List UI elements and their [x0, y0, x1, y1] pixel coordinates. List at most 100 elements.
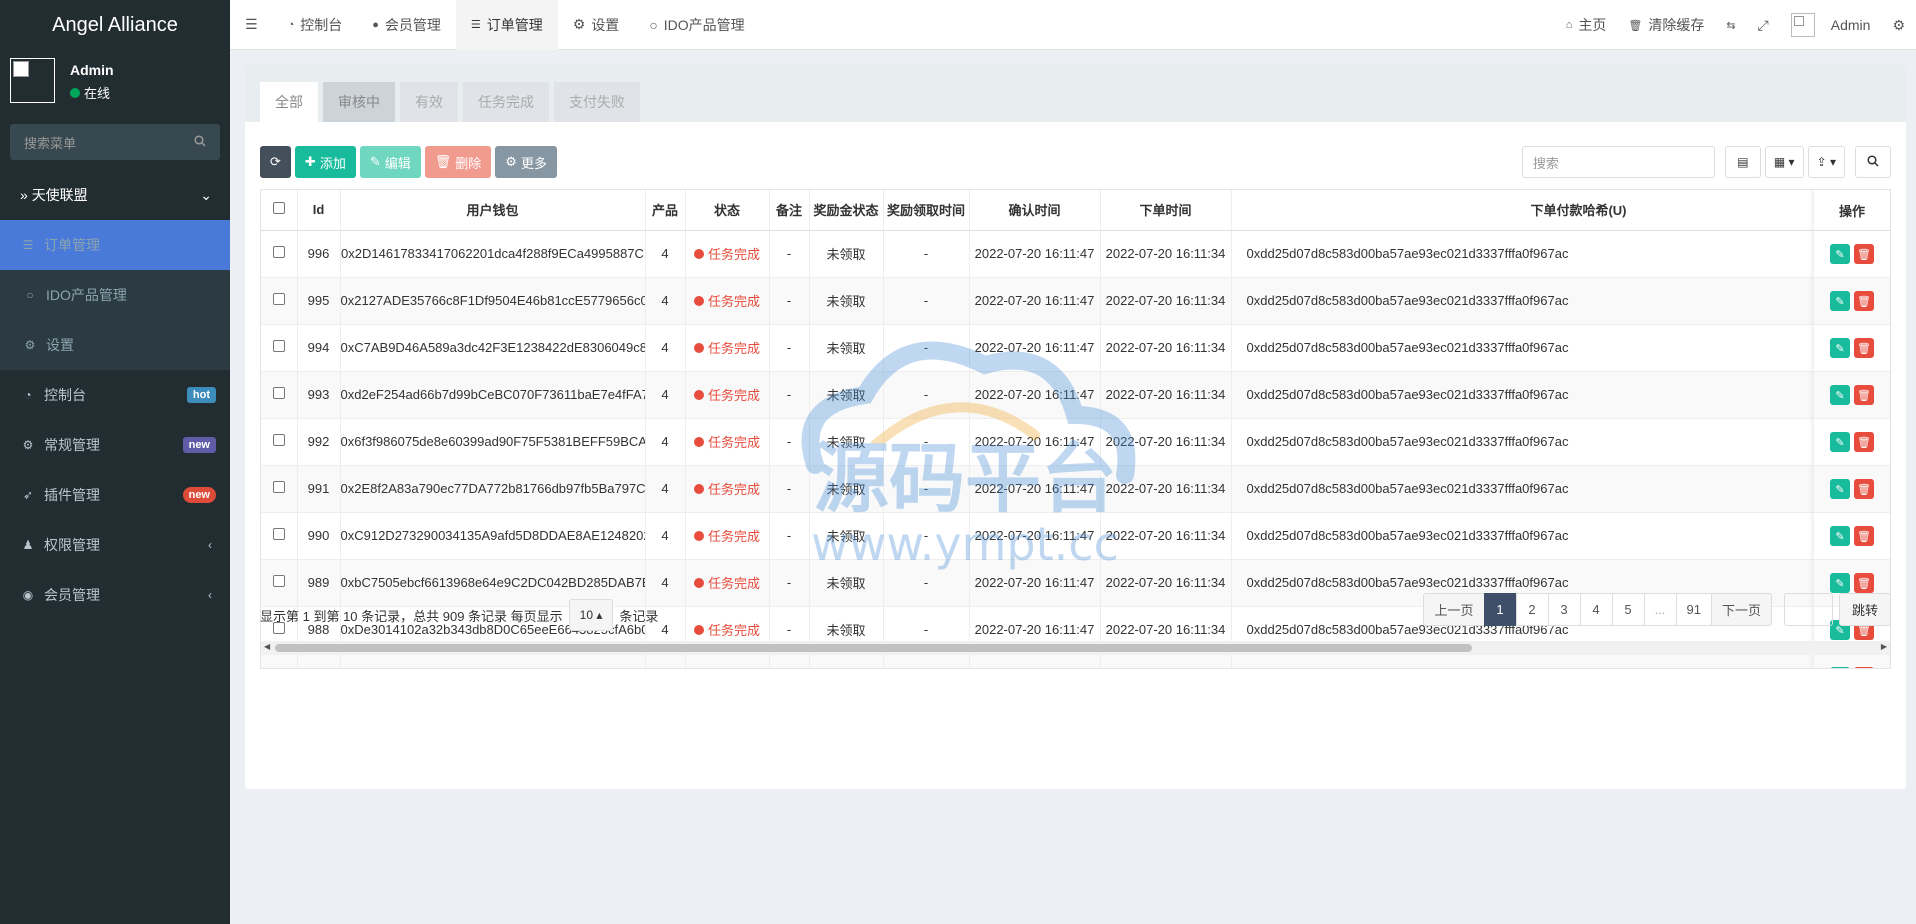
delete-row-button[interactable]: 🗑: [1854, 479, 1874, 499]
advanced-search-button[interactable]: [1855, 146, 1891, 178]
sidebar-item-dashboard[interactable]: ◔ 控制台 hot: [0, 370, 230, 420]
filter-tab-all[interactable]: 全部: [260, 82, 318, 122]
page-button[interactable]: 4: [1579, 593, 1613, 626]
cell-checkbox[interactable]: [261, 324, 298, 372]
delete-row-button[interactable]: 🗑: [1854, 385, 1874, 405]
checkbox[interactable]: [272, 246, 285, 258]
page-button[interactable]: 91: [1675, 593, 1712, 626]
sidebar-item-orders[interactable]: ☰ 订单管理: [0, 220, 230, 270]
sidebar-item-ido-products[interactable]: ○ IDO产品管理: [0, 270, 230, 320]
tab-dashboard[interactable]: ◔ 控制台: [273, 0, 358, 50]
toggle-view-button[interactable]: ▤: [1724, 146, 1761, 178]
table-row[interactable]: 9870x7f2F3ce2fd4A02f1c1fCEdF32a1aCf7d7c4…: [261, 653, 1890, 668]
refresh-button[interactable]: ⟳: [260, 146, 291, 178]
delete-row-button[interactable]: 🗑: [1854, 432, 1874, 452]
cell-checkbox[interactable]: [261, 230, 298, 278]
cell-hash: 0xdd25d07d8c583d00ba57ae93ec021d3337fffa…: [1231, 277, 1890, 325]
sidebar-item-members[interactable]: ◉ 会员管理 ‹: [0, 570, 230, 620]
sidebar-item-general[interactable]: ⚙ 常规管理 new: [0, 420, 230, 470]
admin-menu[interactable]: Admin: [1780, 0, 1882, 50]
settings-toggle-button[interactable]: ⚙: [1881, 0, 1916, 50]
table-row[interactable]: 994 0xC7AB9D46A589a3dc42F3E1238422dE83060…: [261, 324, 1890, 372]
checkbox[interactable]: [272, 481, 285, 493]
sidebar-item-plugins[interactable]: ➶ 插件管理 new: [0, 470, 230, 520]
table-row[interactable]: 996 0x2D14617833417062201dca4f288f9ECa499…: [261, 230, 1890, 278]
tab-settings[interactable]: ⚙ 设置: [558, 0, 635, 50]
edit-row-button[interactable]: ✎: [1830, 291, 1850, 311]
sidebar-search-input[interactable]: 搜索菜单: [10, 124, 220, 160]
filter-tab-valid[interactable]: 有效: [400, 82, 458, 122]
jump-button[interactable]: 跳转: [1838, 593, 1891, 626]
delete-row-button[interactable]: 🗑: [1854, 338, 1874, 358]
columns-button[interactable]: ▦ ▾: [1764, 146, 1804, 178]
page-button[interactable]: 5: [1611, 593, 1645, 626]
edit-row-button[interactable]: ✎: [1830, 385, 1850, 405]
jump-page-input[interactable]: [1783, 593, 1833, 626]
delete-row-button[interactable]: 🗑: [1854, 244, 1874, 264]
page-button[interactable]: 3: [1547, 593, 1581, 626]
filter-tab-reviewing[interactable]: 审核中: [323, 82, 395, 122]
checkbox[interactable]: [272, 387, 285, 399]
tab-ido-products[interactable]: ○ IDO产品管理: [634, 0, 759, 50]
scroll-right-icon[interactable]: ▶: [1881, 642, 1887, 651]
prev-page-button[interactable]: 上一页: [1423, 593, 1485, 626]
translate-button[interactable]: ⇆: [1715, 0, 1746, 50]
scroll-left-icon[interactable]: ◀: [264, 642, 270, 651]
page-button[interactable]: 2: [1515, 593, 1549, 626]
filter-tab-completed[interactable]: 任务完成: [463, 82, 549, 122]
edit-row-button[interactable]: ✎: [1830, 526, 1850, 546]
delete-row-button[interactable]: 🗑: [1854, 526, 1874, 546]
checkbox[interactable]: [272, 434, 285, 446]
cell-status: 任务完成: [685, 230, 770, 278]
delete-row-button[interactable]: 🗑: [1854, 291, 1874, 311]
filter-tab-payment-failed[interactable]: 支付失败: [554, 82, 640, 122]
export-button[interactable]: ⇪ ▾: [1807, 146, 1845, 178]
scrollbar-thumb[interactable]: [275, 644, 1472, 652]
table-search-input[interactable]: 搜索: [1521, 146, 1715, 178]
cell-checkbox[interactable]: [261, 465, 298, 513]
horizontal-scrollbar[interactable]: ◀ ▶: [261, 641, 1890, 655]
edit-row-button[interactable]: ✎: [1830, 338, 1850, 358]
checkbox[interactable]: [272, 293, 285, 305]
brand-logo[interactable]: Angel Alliance: [0, 0, 230, 50]
tab-members[interactable]: ● 会员管理: [357, 0, 456, 50]
page-button[interactable]: 1: [1483, 593, 1517, 626]
delete-button[interactable]: 🗑 删除: [424, 146, 492, 178]
edit-row-button[interactable]: ✎: [1830, 432, 1850, 452]
cell-checkbox[interactable]: [261, 277, 298, 325]
column-header[interactable]: Id: [297, 190, 341, 231]
tab-orders[interactable]: ☰ 订单管理: [455, 0, 558, 50]
sidebar-item-permissions[interactable]: ♟ 权限管理 ‹: [0, 520, 230, 570]
more-button[interactable]: ⚙ 更多: [495, 146, 557, 178]
checkbox[interactable]: [272, 340, 285, 352]
home-link[interactable]: ⌂ 主页: [1555, 0, 1618, 50]
edit-button[interactable]: ✎ 编辑: [359, 146, 421, 178]
table-row[interactable]: 995 0x2127ADE35766c8F1Df9504E46b81ccE5779…: [261, 277, 1890, 325]
cell-checkbox[interactable]: [261, 653, 298, 668]
checkbox[interactable]: [272, 202, 285, 215]
edit-row-button[interactable]: ✎: [1830, 479, 1850, 499]
checkbox[interactable]: [272, 528, 285, 540]
sidebar-item-settings[interactable]: ⚙ 设置: [0, 320, 230, 370]
next-page-button[interactable]: 下一页: [1710, 593, 1772, 626]
fullscreen-button[interactable]: ⤢: [1747, 0, 1780, 50]
table-row[interactable]: 991 0x2E8f2A83a790ec77DA772b81766db97fb5B…: [261, 465, 1890, 513]
table-row[interactable]: 993 0xd2eF254ad66b7d99bCeBC070F73611baE7e…: [261, 371, 1890, 419]
cell-checkbox[interactable]: [261, 418, 298, 466]
checkbox[interactable]: [272, 575, 285, 587]
sidebar-group-angel-alliance[interactable]: » 天使联盟 ⌄: [0, 170, 230, 220]
add-button[interactable]: ✚ 添加: [294, 146, 356, 178]
table-row[interactable]: 992 0x6f3f986075de8e60399ad90F75F5381BEFF…: [261, 418, 1890, 466]
search-icon[interactable]: [194, 134, 206, 150]
delete-row-button[interactable]: 🗑: [1854, 573, 1874, 593]
page-size-select[interactable]: 10 ▴: [568, 599, 614, 631]
clear-cache-button[interactable]: 🗑 清除缓存: [1617, 0, 1715, 50]
sidebar-toggle-button[interactable]: ☰: [230, 0, 273, 50]
table-row[interactable]: 990 0xC912D273290034135A9afd5D8DDAE8AE124…: [261, 512, 1890, 560]
select-all-checkbox[interactable]: [261, 190, 298, 231]
cell-checkbox[interactable]: [261, 512, 298, 560]
status-label: 任务完成: [707, 341, 760, 356]
cell-checkbox[interactable]: [261, 371, 298, 419]
edit-row-button[interactable]: ✎: [1830, 244, 1850, 264]
edit-row-button[interactable]: ✎: [1830, 573, 1850, 593]
